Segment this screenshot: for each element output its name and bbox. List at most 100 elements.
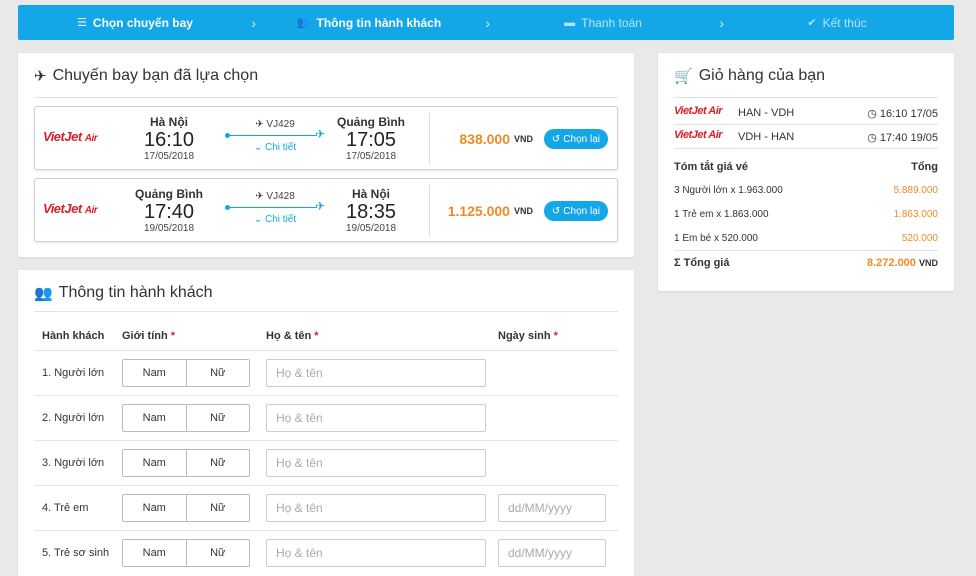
- reselect-button[interactable]: ↺ Chọn lại: [543, 129, 608, 149]
- departure-time: 16:10: [143, 129, 195, 151]
- departure-city: Hà Nội: [149, 115, 188, 129]
- full-name-input[interactable]: [266, 404, 486, 432]
- flight-info: ✈ VJ428 ✈ ⌄ Chi tiết: [225, 179, 325, 225]
- undo-icon: ↺: [551, 205, 561, 217]
- passenger-row: 4. Trẻ em Nam Nữ: [34, 485, 618, 530]
- passenger-label: 1. Người lớn: [42, 367, 105, 379]
- plane-icon: ✈: [255, 119, 264, 130]
- reselect-button[interactable]: ↺ Chọn lại: [543, 201, 608, 221]
- check-circle-icon: ✔: [807, 17, 817, 29]
- step-label: Kết thúc: [822, 15, 867, 30]
- flight-number: VJ428: [266, 191, 295, 202]
- arrival-city: Hà Nội: [351, 187, 390, 201]
- passenger-row: 2. Người lớn Nam Nữ: [34, 395, 618, 440]
- list-icon: ☰: [77, 17, 87, 29]
- gender-male-button[interactable]: Nam: [123, 540, 186, 566]
- panel-title: ✈ Chuyến bay bạn đã lựa chọn: [34, 67, 259, 85]
- vietjet-logo: VietJet Air: [674, 129, 723, 141]
- passenger-label: 4. Trẻ em: [42, 502, 89, 514]
- users-icon: 👥: [296, 17, 311, 29]
- flight-number: VJ429: [266, 119, 295, 130]
- panel-title: 🛒 Giỏ hàng của bạn: [674, 67, 826, 85]
- step-label: Chọn chuyến bay: [92, 15, 193, 30]
- step-finish: ✔ Kết thúc: [720, 16, 954, 30]
- total-price: 8.272.000: [866, 257, 916, 269]
- gender-female-button[interactable]: Nữ: [185, 405, 250, 431]
- vietjet-logo: VietJet Air: [43, 201, 98, 216]
- arrival-time: 18:35: [345, 201, 397, 223]
- step-passenger-info[interactable]: 👥 Thông tin hành khách ›: [252, 15, 490, 31]
- cart-time: 17:40 19/05: [879, 132, 938, 144]
- col-name: Họ & tên *: [266, 330, 319, 342]
- col-gender: Giới tính *: [122, 330, 176, 342]
- dob-input[interactable]: [498, 494, 606, 522]
- summary-line: 1 Trẻ em x 1.863.000 1.863.000: [674, 209, 938, 220]
- plane-icon: ✈: [34, 68, 47, 85]
- arrival: Hà Nội 18:35 19/05/2018: [321, 187, 421, 234]
- gender-female-button[interactable]: Nữ: [185, 360, 250, 386]
- cart-route: VDH - HAN: [738, 131, 795, 143]
- vietjet-logo: VietJet Air: [43, 129, 98, 144]
- gender-male-button[interactable]: Nam: [123, 360, 186, 386]
- full-name-input[interactable]: [266, 539, 486, 567]
- cart-time: 16:10 17/05: [879, 108, 938, 120]
- gender-female-button[interactable]: Nữ: [185, 540, 250, 566]
- passenger-label: 5. Trẻ sơ sinh: [42, 547, 110, 559]
- step-select-flight[interactable]: ☰ Chọn chuyến bay ›: [18, 15, 256, 31]
- flight-card-return: VietJet Air Quảng Bình 17:40 19/05/2018 …: [34, 178, 618, 242]
- flight-card-outbound: VietJet Air Hà Nội 16:10 17/05/2018 ✈ VJ…: [34, 106, 618, 170]
- plane-icon: ✈: [255, 191, 264, 202]
- flight-detail-link[interactable]: ⌄ Chi tiết: [225, 214, 325, 225]
- selected-flights-panel: ✈ Chuyến bay bạn đã lựa chọn VietJet Air…: [18, 53, 634, 257]
- route-line: ✈: [225, 199, 325, 213]
- departure-time: 17:40: [143, 201, 195, 223]
- vietjet-logo: VietJet Air: [674, 105, 723, 117]
- col-passenger: Hành khách: [42, 330, 105, 342]
- gender-toggle: Nam Nữ: [122, 539, 250, 567]
- gender-male-button[interactable]: Nam: [123, 405, 186, 431]
- users-icon: 👥: [34, 285, 53, 302]
- arrival: Quảng Bình 17:05 17/05/2018: [321, 115, 421, 162]
- gender-female-button[interactable]: Nữ: [185, 450, 250, 476]
- flight-price: 838.000 VND: [459, 131, 533, 147]
- departure: Quảng Bình 17:40 19/05/2018: [119, 187, 219, 234]
- cart-panel: 🛒 Giỏ hàng của bạn VietJet Air HAN - VDH…: [658, 53, 954, 291]
- departure: Hà Nội 16:10 17/05/2018: [119, 115, 219, 162]
- gender-male-button[interactable]: Nam: [123, 450, 186, 476]
- clock-icon: ◷: [867, 132, 877, 144]
- full-name-input[interactable]: [266, 449, 486, 477]
- passenger-row: 1. Người lớn Nam Nữ: [34, 350, 618, 395]
- passenger-row: 5. Trẻ sơ sinh Nam Nữ: [34, 530, 618, 575]
- cart-item: VietJet Air VDH - HAN ◷ 17:40 19/05: [674, 126, 938, 149]
- full-name-input[interactable]: [266, 359, 486, 387]
- departure-date: 17/05/2018: [143, 151, 195, 162]
- flight-info: ✈ VJ429 ✈ ⌄ Chi tiết: [225, 107, 325, 153]
- route-line: ✈: [225, 127, 325, 141]
- full-name-input[interactable]: [266, 494, 486, 522]
- arrival-date: 17/05/2018: [345, 151, 397, 162]
- gender-toggle: Nam Nữ: [122, 494, 250, 522]
- gender-female-button[interactable]: Nữ: [185, 495, 250, 521]
- summary-line: 1 Em bé x 520.000 520.000: [674, 233, 938, 244]
- panel-title: 👥 Thông tin hành khách: [34, 284, 213, 302]
- credit-card-icon: ▬: [564, 16, 576, 29]
- flight-detail-link[interactable]: ⌄ Chi tiết: [225, 142, 325, 153]
- cart-icon: 🛒: [674, 68, 693, 85]
- step-label: Thanh toán: [581, 15, 642, 30]
- summary-header: Tóm tắt giá vé Tổng: [674, 161, 938, 173]
- cart-item: VietJet Air HAN - VDH ◷ 16:10 17/05: [674, 102, 938, 125]
- undo-icon: ↺: [551, 133, 561, 145]
- step-payment: ▬ Thanh toán ›: [486, 15, 724, 31]
- arrival-time: 17:05: [345, 129, 397, 151]
- dob-input[interactable]: [498, 539, 606, 567]
- clock-icon: ◷: [867, 108, 877, 120]
- gender-toggle: Nam Nữ: [122, 449, 250, 477]
- summary-total: Σ Tổng giá 8.272.000 VND: [674, 257, 938, 269]
- passenger-label: 3. Người lớn: [42, 457, 105, 469]
- gender-toggle: Nam Nữ: [122, 359, 250, 387]
- gender-male-button[interactable]: Nam: [123, 495, 186, 521]
- flight-price: 1.125.000 VND: [447, 203, 533, 219]
- booking-steps: ☰ Chọn chuyến bay › 👥 Thông tin hành khá…: [18, 5, 954, 40]
- cart-route: HAN - VDH: [738, 107, 795, 119]
- arrival-date: 19/05/2018: [345, 223, 397, 234]
